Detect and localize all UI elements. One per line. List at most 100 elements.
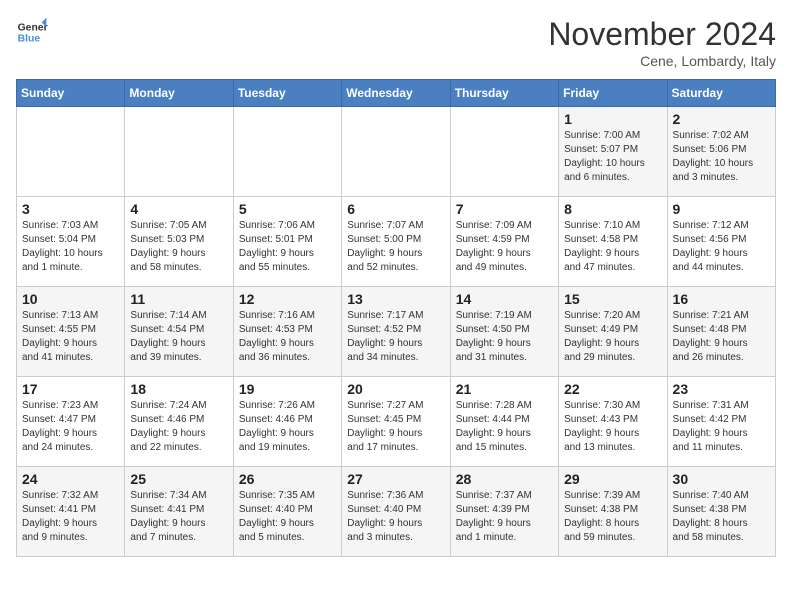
day-info: Sunrise: 7:37 AM Sunset: 4:39 PM Dayligh…: [456, 489, 553, 545]
column-header-thursday: Thursday: [450, 80, 558, 107]
day-info: Sunrise: 7:10 AM Sunset: 4:58 PM Dayligh…: [564, 219, 661, 275]
day-info: Sunrise: 7:00 AM Sunset: 5:07 PM Dayligh…: [564, 129, 661, 185]
day-info: Sunrise: 7:30 AM Sunset: 4:43 PM Dayligh…: [564, 399, 661, 455]
calendar-cell: 2 Sunrise: 7:02 AM Sunset: 5:06 PM Daylig…: [667, 107, 775, 197]
calendar-cell: [450, 107, 558, 197]
day-number: 2: [673, 111, 770, 127]
calendar-week-4: 17 Sunrise: 7:23 AM Sunset: 4:47 PM Dayli…: [17, 377, 776, 467]
day-number: 17: [22, 381, 119, 397]
calendar-cell: 22 Sunrise: 7:30 AM Sunset: 4:43 PM Dayli…: [559, 377, 667, 467]
month-title: November 2024: [548, 16, 776, 53]
day-number: 27: [347, 471, 444, 487]
calendar-cell: 17 Sunrise: 7:23 AM Sunset: 4:47 PM Dayli…: [17, 377, 125, 467]
day-number: 25: [130, 471, 227, 487]
calendar-cell: 1 Sunrise: 7:00 AM Sunset: 5:07 PM Daylig…: [559, 107, 667, 197]
day-number: 10: [22, 291, 119, 307]
day-number: 20: [347, 381, 444, 397]
day-info: Sunrise: 7:21 AM Sunset: 4:48 PM Dayligh…: [673, 309, 770, 365]
day-number: 26: [239, 471, 336, 487]
day-number: 15: [564, 291, 661, 307]
day-number: 4: [130, 201, 227, 217]
calendar-cell: 20 Sunrise: 7:27 AM Sunset: 4:45 PM Dayli…: [342, 377, 450, 467]
day-number: 21: [456, 381, 553, 397]
calendar-week-1: 1 Sunrise: 7:00 AM Sunset: 5:07 PM Daylig…: [17, 107, 776, 197]
page-header: General Blue November 2024 Cene, Lombard…: [16, 16, 776, 69]
calendar-cell: 13 Sunrise: 7:17 AM Sunset: 4:52 PM Dayli…: [342, 287, 450, 377]
calendar-cell: 28 Sunrise: 7:37 AM Sunset: 4:39 PM Dayli…: [450, 467, 558, 557]
calendar-header-row: SundayMondayTuesdayWednesdayThursdayFrid…: [17, 80, 776, 107]
day-info: Sunrise: 7:23 AM Sunset: 4:47 PM Dayligh…: [22, 399, 119, 455]
calendar-cell: 21Sunrise: 7:28 AM Sunset: 4:44 PM Dayli…: [450, 377, 558, 467]
day-info: Sunrise: 7:07 AM Sunset: 5:00 PM Dayligh…: [347, 219, 444, 275]
day-number: 19: [239, 381, 336, 397]
day-number: 6: [347, 201, 444, 217]
day-info: Sunrise: 7:03 AM Sunset: 5:04 PM Dayligh…: [22, 219, 119, 275]
calendar-cell: 16Sunrise: 7:21 AM Sunset: 4:48 PM Dayli…: [667, 287, 775, 377]
day-number: 9: [673, 201, 770, 217]
calendar-cell: [342, 107, 450, 197]
day-info: Sunrise: 7:17 AM Sunset: 4:52 PM Dayligh…: [347, 309, 444, 365]
day-info: Sunrise: 7:40 AM Sunset: 4:38 PM Dayligh…: [673, 489, 770, 545]
day-info: Sunrise: 7:31 AM Sunset: 4:42 PM Dayligh…: [673, 399, 770, 455]
calendar-cell: 10 Sunrise: 7:13 AM Sunset: 4:55 PM Dayli…: [17, 287, 125, 377]
day-number: 8: [564, 201, 661, 217]
calendar-cell: 26 Sunrise: 7:35 AM Sunset: 4:40 PM Dayli…: [233, 467, 341, 557]
logo-icon: General Blue: [16, 16, 48, 48]
day-info: Sunrise: 7:06 AM Sunset: 5:01 PM Dayligh…: [239, 219, 336, 275]
day-number: 22: [564, 381, 661, 397]
calendar-week-3: 10 Sunrise: 7:13 AM Sunset: 4:55 PM Dayli…: [17, 287, 776, 377]
calendar-cell: 8 Sunrise: 7:10 AM Sunset: 4:58 PM Daylig…: [559, 197, 667, 287]
day-number: 29: [564, 471, 661, 487]
day-number: 23: [673, 381, 770, 397]
day-info: Sunrise: 7:12 AM Sunset: 4:56 PM Dayligh…: [673, 219, 770, 275]
calendar-cell: 30 Sunrise: 7:40 AM Sunset: 4:38 PM Dayli…: [667, 467, 775, 557]
calendar-cell: [17, 107, 125, 197]
day-info: Sunrise: 7:24 AM Sunset: 4:46 PM Dayligh…: [130, 399, 227, 455]
column-header-tuesday: Tuesday: [233, 80, 341, 107]
calendar-cell: 15 Sunrise: 7:20 AM Sunset: 4:49 PM Dayli…: [559, 287, 667, 377]
calendar-cell: 19 Sunrise: 7:26 AM Sunset: 4:46 PM Dayli…: [233, 377, 341, 467]
day-number: 13: [347, 291, 444, 307]
calendar-cell: [125, 107, 233, 197]
day-info: Sunrise: 7:13 AM Sunset: 4:55 PM Dayligh…: [22, 309, 119, 365]
day-info: Sunrise: 7:14 AM Sunset: 4:54 PM Dayligh…: [130, 309, 227, 365]
day-info: Sunrise: 7:16 AM Sunset: 4:53 PM Dayligh…: [239, 309, 336, 365]
day-number: 7: [456, 201, 553, 217]
calendar-cell: 9 Sunrise: 7:12 AM Sunset: 4:56 PM Daylig…: [667, 197, 775, 287]
calendar-cell: 4 Sunrise: 7:05 AM Sunset: 5:03 PM Daylig…: [125, 197, 233, 287]
calendar-cell: 5 Sunrise: 7:06 AM Sunset: 5:01 PM Daylig…: [233, 197, 341, 287]
column-header-friday: Friday: [559, 80, 667, 107]
day-number: 24: [22, 471, 119, 487]
location: Cene, Lombardy, Italy: [548, 53, 776, 69]
day-info: Sunrise: 7:02 AM Sunset: 5:06 PM Dayligh…: [673, 129, 770, 185]
day-info: Sunrise: 7:35 AM Sunset: 4:40 PM Dayligh…: [239, 489, 336, 545]
day-info: Sunrise: 7:19 AM Sunset: 4:50 PM Dayligh…: [456, 309, 553, 365]
day-number: 12: [239, 291, 336, 307]
calendar-body: 1 Sunrise: 7:00 AM Sunset: 5:07 PM Daylig…: [17, 107, 776, 557]
day-number: 28: [456, 471, 553, 487]
calendar-cell: 29 Sunrise: 7:39 AM Sunset: 4:38 PM Dayli…: [559, 467, 667, 557]
calendar-cell: [233, 107, 341, 197]
title-block: November 2024 Cene, Lombardy, Italy: [548, 16, 776, 69]
column-header-sunday: Sunday: [17, 80, 125, 107]
day-number: 1: [564, 111, 661, 127]
calendar-cell: 11Sunrise: 7:14 AM Sunset: 4:54 PM Dayli…: [125, 287, 233, 377]
day-info: Sunrise: 7:26 AM Sunset: 4:46 PM Dayligh…: [239, 399, 336, 455]
day-number: 30: [673, 471, 770, 487]
calendar-cell: 18 Sunrise: 7:24 AM Sunset: 4:46 PM Dayli…: [125, 377, 233, 467]
column-header-monday: Monday: [125, 80, 233, 107]
day-info: Sunrise: 7:27 AM Sunset: 4:45 PM Dayligh…: [347, 399, 444, 455]
day-info: Sunrise: 7:32 AM Sunset: 4:41 PM Dayligh…: [22, 489, 119, 545]
day-number: 18: [130, 381, 227, 397]
calendar-cell: 6 Sunrise: 7:07 AM Sunset: 5:00 PM Daylig…: [342, 197, 450, 287]
calendar-cell: 12 Sunrise: 7:16 AM Sunset: 4:53 PM Dayli…: [233, 287, 341, 377]
day-info: Sunrise: 7:09 AM Sunset: 4:59 PM Dayligh…: [456, 219, 553, 275]
column-header-saturday: Saturday: [667, 80, 775, 107]
day-number: 3: [22, 201, 119, 217]
day-info: Sunrise: 7:05 AM Sunset: 5:03 PM Dayligh…: [130, 219, 227, 275]
day-info: Sunrise: 7:20 AM Sunset: 4:49 PM Dayligh…: [564, 309, 661, 365]
calendar-cell: 27 Sunrise: 7:36 AM Sunset: 4:40 PM Dayli…: [342, 467, 450, 557]
day-info: Sunrise: 7:39 AM Sunset: 4:38 PM Dayligh…: [564, 489, 661, 545]
day-number: 5: [239, 201, 336, 217]
day-info: Sunrise: 7:36 AM Sunset: 4:40 PM Dayligh…: [347, 489, 444, 545]
